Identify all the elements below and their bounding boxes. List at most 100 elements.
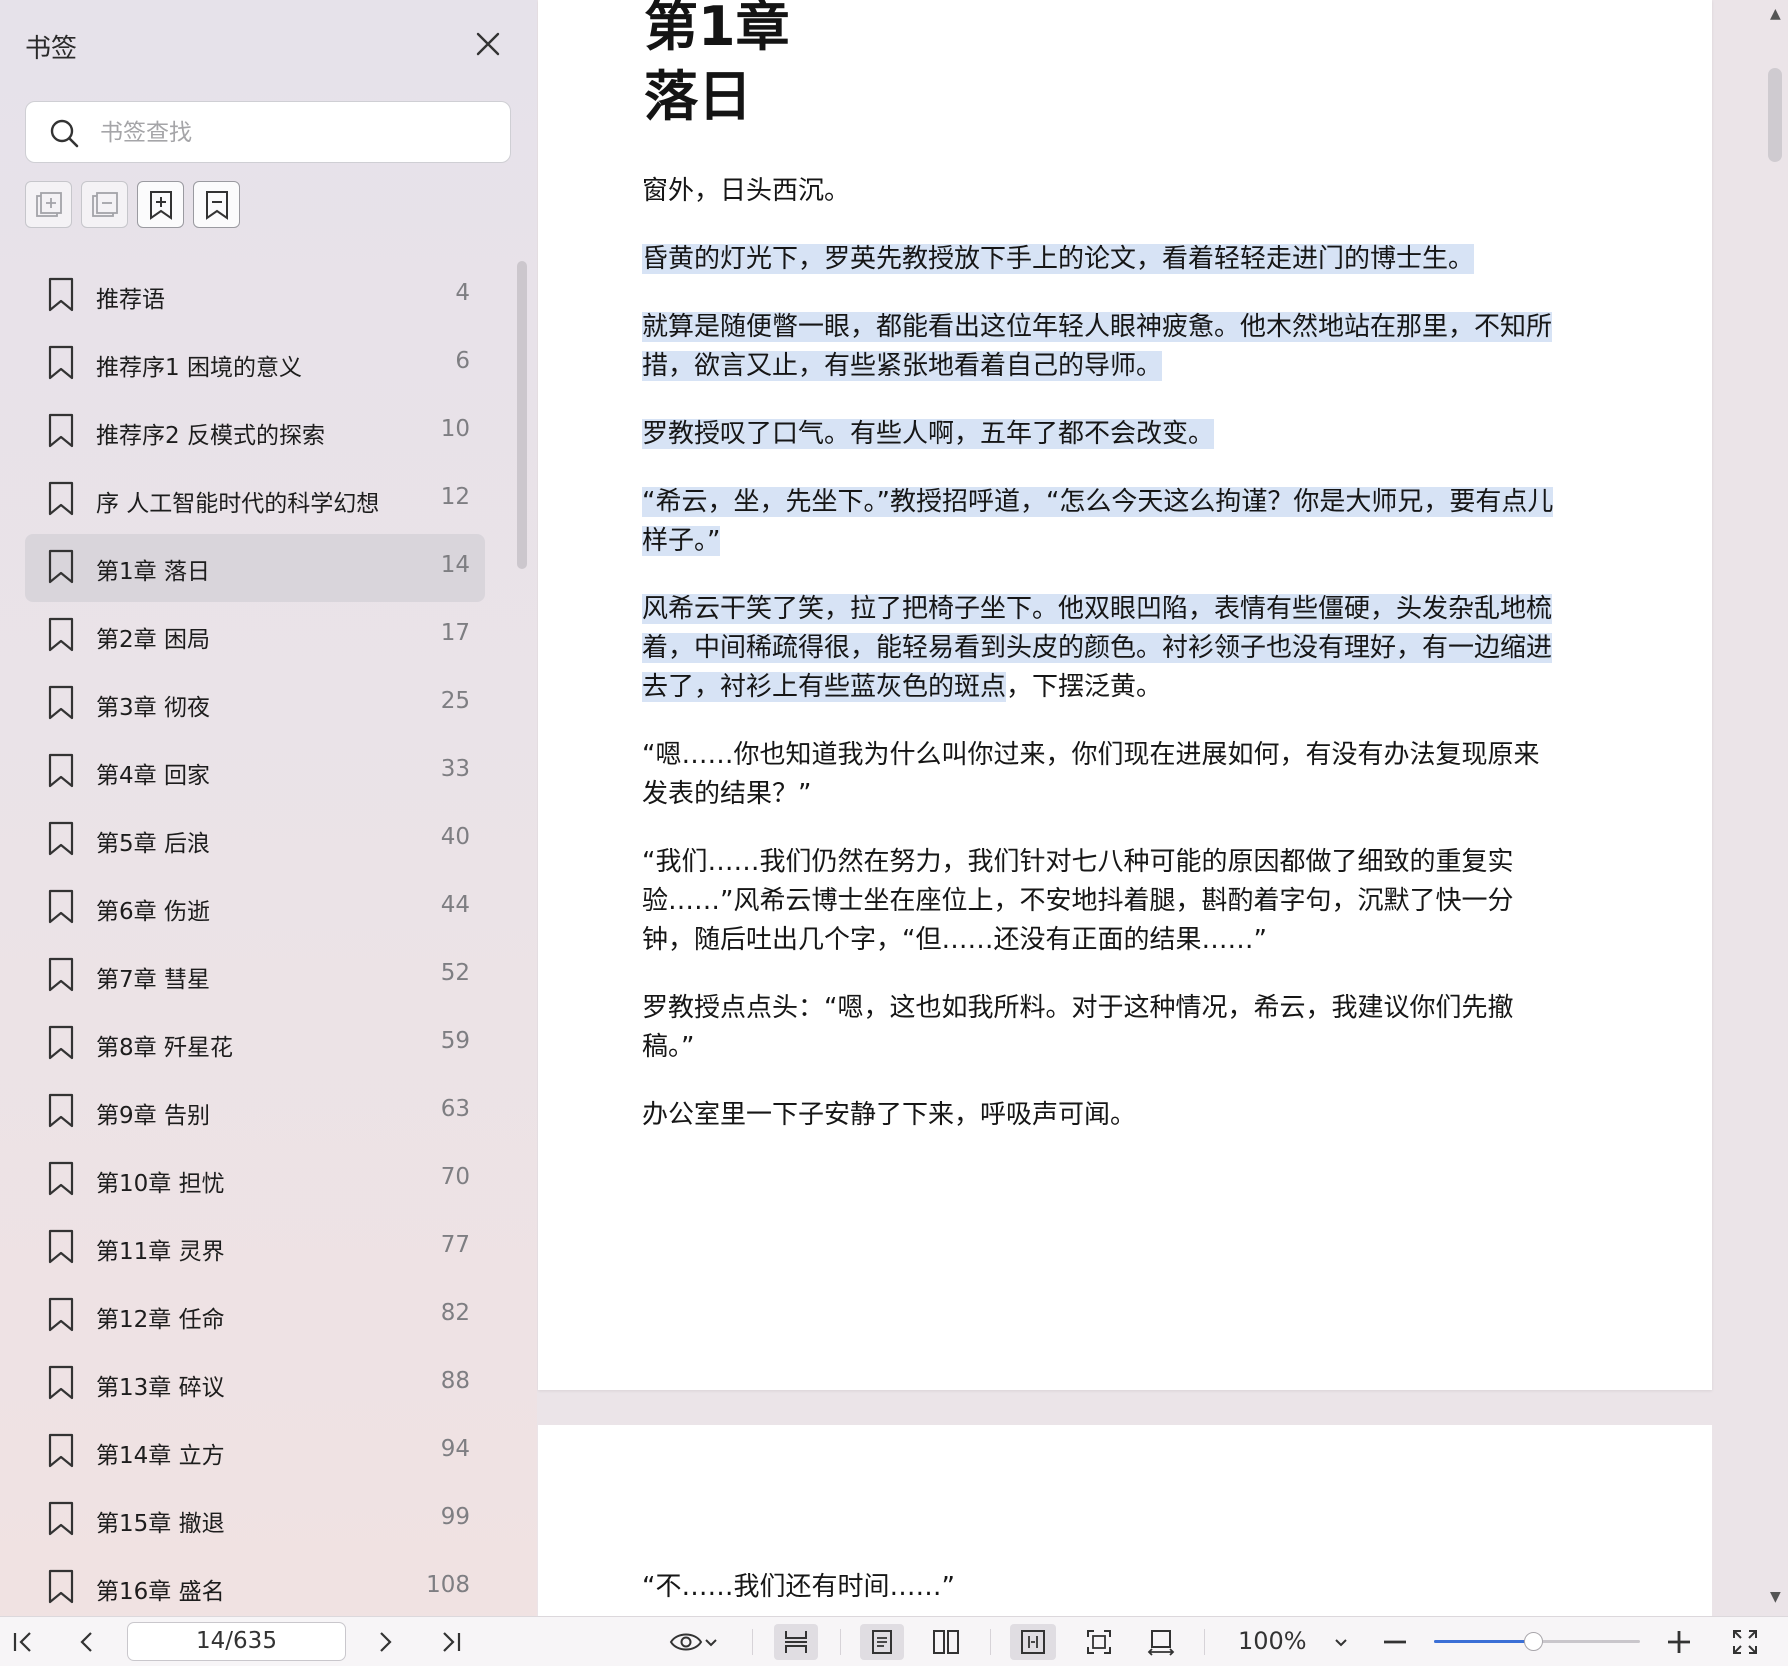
bookmark-item[interactable]: 推荐语 4: [25, 262, 485, 330]
single-page-button[interactable]: [860, 1624, 904, 1660]
toolbar-divider: [1204, 1629, 1205, 1655]
last-page-button[interactable]: [436, 1624, 466, 1660]
bookmark-icon: [47, 413, 75, 449]
bookmark-item[interactable]: 第16章 盛名 108: [25, 1554, 485, 1622]
zoom-dropdown-button[interactable]: [1326, 1624, 1356, 1660]
bookmark-item[interactable]: 第4章 回家 33: [25, 738, 485, 806]
bookmark-item[interactable]: 第7章 彗星 52: [25, 942, 485, 1010]
bookmark-page-number: 94: [440, 1436, 470, 1462]
zoom-slider-knob[interactable]: [1523, 1632, 1543, 1651]
document-page-next: “不……我们还有时间……”: [538, 1425, 1712, 1616]
text-run: ，下摆泛黄。: [1006, 672, 1163, 702]
continuous-scroll-icon: [785, 1631, 807, 1653]
bookmark-icon: [47, 617, 75, 653]
bookmark-icon: [47, 481, 75, 517]
two-page-icon: [933, 1630, 959, 1654]
bookmark-icon: [47, 549, 75, 585]
first-page-button[interactable]: [8, 1624, 38, 1660]
close-icon[interactable]: [472, 28, 504, 60]
bookmark-page-number: 108: [426, 1572, 470, 1598]
bookmark-page-number: 77: [440, 1232, 470, 1258]
bookmark-item[interactable]: 序 人工智能时代的科学幻想 12: [25, 466, 485, 534]
document-page: 第1章 落日 窗外，日头西沉。 昏黄的灯光下，罗英先教授放下手上的论文，看着轻轻走…: [538, 0, 1712, 1390]
add-bookmark-button[interactable]: [137, 181, 184, 228]
bookmark-label: 推荐语: [96, 287, 165, 313]
paragraph: 办公室里一下子安静了下来，呼吸声可闻。: [642, 1096, 1562, 1135]
toolbar-divider: [752, 1629, 753, 1655]
highlighted-text: 昏黄的灯光下，罗英先教授放下手上的论文，看着轻轻走进门的博士生。: [642, 244, 1475, 274]
bookmark-label: 推荐序2 反模式的探索: [96, 423, 325, 449]
two-page-button[interactable]: [924, 1624, 968, 1660]
zoom-slider[interactable]: [1434, 1632, 1640, 1651]
paragraph: 昏黄的灯光下，罗英先教授放下手上的论文，看着轻轻走进门的博士生。: [642, 240, 1562, 279]
chapter-number: 第1章: [644, 0, 790, 58]
bookmark-search-box[interactable]: [25, 101, 511, 163]
bookmark-item[interactable]: 第11章 灵界 77: [25, 1214, 485, 1282]
remove-bookmark-button[interactable]: [193, 181, 240, 228]
bookmark-page-number: 14: [440, 552, 470, 578]
bookmark-item[interactable]: 第1章 落日 14: [25, 534, 485, 602]
bookmark-icon: [47, 889, 75, 925]
bookmark-icon: [47, 957, 75, 993]
collapse-all-button[interactable]: [81, 181, 128, 228]
continuous-scroll-button[interactable]: [774, 1624, 818, 1660]
bookmark-page-number: 82: [440, 1300, 470, 1326]
bookmark-item[interactable]: 推荐序2 反模式的探索 10: [25, 398, 485, 466]
text-run: 罗教授点点头：“嗯，这也如我所料。对于这种情况，希云，我建议你们先撤稿。”: [642, 993, 1514, 1062]
bookmark-page-number: 12: [440, 484, 470, 510]
bookmark-item[interactable]: 第12章 任命 82: [25, 1282, 485, 1350]
chevron-down-icon: [1335, 1639, 1347, 1647]
bookmark-icon: [47, 1093, 75, 1129]
scroll-down-arrow-icon[interactable]: ▼: [1770, 1589, 1781, 1605]
paragraph: 风希云干笑了笑，拉了把椅子坐下。他双眼凹陷，表情有些僵硬，头发杂乱地梳着，中间稀…: [642, 590, 1562, 707]
paragraph: 罗教授点点头：“嗯，这也如我所料。对于这种情况，希云，我建议你们先撤稿。”: [642, 989, 1562, 1067]
bookmark-item[interactable]: 第3章 彻夜 25: [25, 670, 485, 738]
bookmark-label: 第10章 担忧: [96, 1171, 225, 1197]
bookmark-item[interactable]: 第6章 伤逝 44: [25, 874, 485, 942]
zoom-level[interactable]: 100%: [1238, 1627, 1307, 1655]
page-number-input[interactable]: 14/635: [127, 1622, 346, 1661]
bookmark-icon: [47, 1501, 75, 1537]
fullscreen-button[interactable]: [1728, 1624, 1762, 1660]
text-run: “我们……我们仍然在努力，我们针对七八种可能的原因都做了细致的重复实验……”风希…: [642, 847, 1514, 955]
bookmark-item[interactable]: 第9章 告别 63: [25, 1078, 485, 1146]
fit-width-button[interactable]: [1010, 1624, 1056, 1660]
eye-icon: [669, 1633, 703, 1651]
bookmark-item[interactable]: 第10章 担忧 70: [25, 1146, 485, 1214]
bookmark-page-number: 33: [440, 756, 470, 782]
bookmark-label: 第12章 任命: [96, 1307, 225, 1333]
collapse-all-icon: [91, 191, 118, 217]
sidebar-title: 书签: [25, 34, 78, 64]
highlighted-text: 就算是随便瞥一眼，都能看出这位年轻人眼神疲惫。他木然地站在那里，不知所措，欲言又…: [642, 312, 1553, 381]
zoom-in-button[interactable]: [1664, 1624, 1694, 1660]
bookmark-label: 第4章 回家: [96, 763, 210, 789]
document-viewport: 第1章 落日 窗外，日头西沉。 昏黄的灯光下，罗英先教授放下手上的论文，看着轻轻走…: [537, 0, 1788, 1616]
view-mode-dropdown[interactable]: [664, 1624, 724, 1660]
bookmark-item[interactable]: 第15章 撤退 99: [25, 1486, 485, 1554]
bookmark-item[interactable]: 第8章 歼星花 59: [25, 1010, 485, 1078]
bookmark-list: 推荐语 4 推荐序1 困境的意义 6 推荐序2 反模式的探索 10 序 人工智能时代的科学幻…: [25, 262, 485, 1622]
bookmark-item[interactable]: 第13章 碎议 88: [25, 1350, 485, 1418]
highlighted-text: 罗教授叹了口气。有些人啊，五年了都不会改变。: [642, 419, 1215, 449]
rotate-button[interactable]: [1138, 1624, 1184, 1660]
bookmark-icon: [47, 1569, 75, 1605]
bookmark-item[interactable]: 第5章 后浪 40: [25, 806, 485, 874]
document-scrollbar[interactable]: [1768, 68, 1782, 162]
scroll-up-arrow-icon[interactable]: ▲: [1770, 6, 1781, 22]
expand-all-button[interactable]: [25, 181, 72, 228]
paragraph: “嗯……你也知道我为什么叫你过来，你们现在进展如何，有没有办法复现原来发表的结果…: [642, 736, 1562, 814]
bookmark-item[interactable]: 第14章 立方 94: [25, 1418, 485, 1486]
next-page-button[interactable]: [370, 1624, 400, 1660]
bookmark-label: 推荐序1 困境的意义: [96, 355, 302, 381]
prev-page-button[interactable]: [72, 1624, 102, 1660]
remove-bookmark-icon: [205, 190, 228, 220]
fit-page-button[interactable]: [1076, 1624, 1122, 1660]
bookmark-item[interactable]: 推荐序1 困境的意义 6: [25, 330, 485, 398]
bookmark-item[interactable]: 第2章 困局 17: [25, 602, 485, 670]
bookmark-page-number: 59: [440, 1028, 470, 1054]
zoom-out-button[interactable]: [1380, 1624, 1410, 1660]
bookmark-search-input[interactable]: [100, 114, 490, 152]
bookmark-label: 第14章 立方: [96, 1443, 225, 1469]
bookmark-label: 第9章 告别: [96, 1103, 210, 1129]
sidebar-scrollbar[interactable]: [517, 261, 527, 569]
